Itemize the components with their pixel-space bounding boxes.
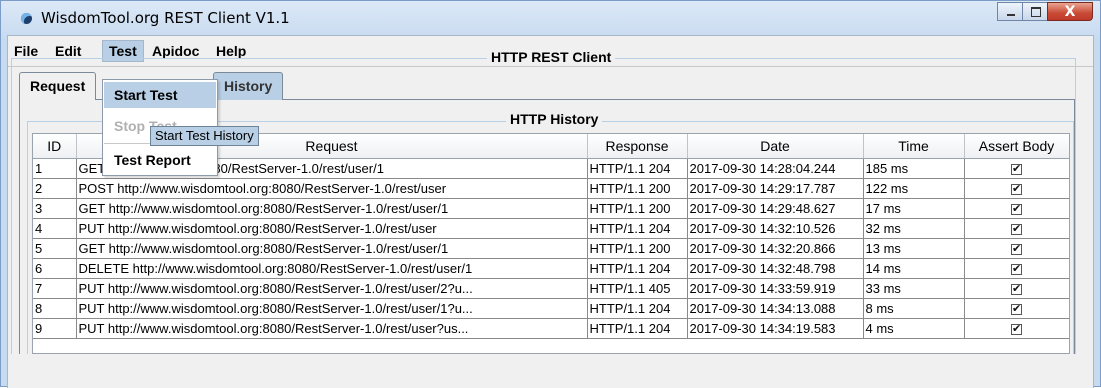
cell-response: HTTP/1.1 204 — [587, 298, 688, 319]
cell-request: POST http://www.wisdomtool.org:8080/Rest… — [76, 178, 588, 199]
cell-date: 2017-09-30 14:29:17.787 — [687, 178, 864, 199]
cell-time: 13 ms — [863, 238, 965, 259]
cell-id: 7 — [33, 278, 77, 299]
app-window: WisdomTool.org REST Client V1.1 X File E… — [0, 0, 1101, 388]
cell-date: 2017-09-30 14:28:04.244 — [687, 158, 864, 179]
minimize-button[interactable] — [997, 2, 1023, 21]
table-row[interactable]: 3 GET http://www.wisdomtool.org:8080/Rest… — [33, 198, 1069, 219]
close-button[interactable]: X — [1047, 2, 1093, 21]
menu-item-test-report[interactable]: Test Report — [104, 147, 216, 173]
cell-response: HTTP/1.1 204 — [587, 218, 688, 239]
table-row[interactable]: 7 PUT http://www.wisdomtool.org:8080/Rest… — [33, 278, 1069, 299]
window-controls: X — [997, 2, 1093, 22]
cell-response: HTTP/1.1 405 — [587, 278, 688, 299]
cell-assert-body — [964, 298, 1069, 319]
cell-request: GET http://www.wisdomtool.org:8080/RestS… — [76, 238, 588, 259]
cell-id: 6 — [33, 258, 77, 279]
cell-response: HTTP/1.1 200 — [587, 238, 688, 259]
assert-body-checkbox[interactable] — [1011, 242, 1022, 256]
menu-item-start-test[interactable]: Start Test — [104, 82, 216, 108]
cell-request: PUT http://www.wisdomtool.org:8080/RestS… — [76, 278, 588, 299]
close-icon: X — [1064, 4, 1076, 20]
cell-id: 1 — [33, 158, 77, 179]
table-row[interactable]: 4 PUT http://www.wisdomtool.org:8080/Rest… — [33, 218, 1069, 239]
cell-assert-body — [964, 218, 1069, 239]
maximize-button[interactable] — [1022, 2, 1048, 21]
cell-assert-body — [964, 178, 1069, 199]
cell-response: HTTP/1.1 204 — [587, 158, 688, 179]
assert-body-checkbox[interactable] — [1011, 262, 1022, 276]
http-history-title: HTTP History — [506, 111, 603, 127]
column-header-assert-body[interactable]: Assert Body — [964, 134, 1069, 159]
cell-time: 32 ms — [863, 218, 965, 239]
cell-assert-body — [964, 318, 1069, 339]
column-header-date[interactable]: Date — [687, 134, 864, 159]
column-header-response[interactable]: Response — [587, 134, 688, 159]
assert-body-checkbox[interactable] — [1011, 282, 1022, 296]
table-row[interactable]: 9 PUT http://www.wisdomtool.org:8080/Rest… — [33, 318, 1069, 339]
app-logo-icon — [21, 13, 32, 24]
cell-request: PUT http://www.wisdomtool.org:8080/RestS… — [76, 298, 588, 319]
cell-time: 4 ms — [863, 318, 965, 339]
tab-request[interactable]: Request — [19, 72, 97, 100]
cell-time: 14 ms — [863, 258, 965, 279]
tab-history[interactable]: History — [213, 72, 284, 100]
cell-assert-body — [964, 238, 1069, 259]
table-row[interactable]: 8 PUT http://www.wisdomtool.org:8080/Rest… — [33, 298, 1069, 319]
cell-id: 3 — [33, 198, 77, 219]
cell-assert-body — [964, 158, 1069, 179]
cell-request: DELETE http://www.wisdomtool.org:8080/Re… — [76, 258, 588, 279]
cell-id: 9 — [33, 318, 77, 339]
cell-response: HTTP/1.1 204 — [587, 258, 688, 279]
cell-date: 2017-09-30 14:32:10.526 — [687, 218, 864, 239]
cell-time: 33 ms — [863, 278, 965, 299]
cell-assert-body — [964, 258, 1069, 279]
start-test-tooltip: Start Test History — [150, 126, 259, 146]
cell-request: PUT http://www.wisdomtool.org:8080/RestS… — [76, 218, 588, 239]
table-row[interactable]: 5 GET http://www.wisdomtool.org:8080/Rest… — [33, 238, 1069, 259]
cell-date: 2017-09-30 14:34:13.088 — [687, 298, 864, 319]
cell-response: HTTP/1.1 200 — [587, 178, 688, 199]
cell-request: PUT http://www.wisdomtool.org:8080/RestS… — [76, 318, 588, 339]
cell-time: 122 ms — [863, 178, 965, 199]
assert-body-checkbox[interactable] — [1011, 302, 1022, 316]
cell-id: 5 — [33, 238, 77, 259]
cell-date: 2017-09-30 14:32:20.866 — [687, 238, 864, 259]
cell-id: 2 — [33, 178, 77, 199]
assert-body-checkbox[interactable] — [1011, 322, 1022, 336]
column-header-time[interactable]: Time — [863, 134, 965, 159]
cell-response: HTTP/1.1 200 — [587, 198, 688, 219]
cell-date: 2017-09-30 14:33:59.919 — [687, 278, 864, 299]
cell-id: 8 — [33, 298, 77, 319]
cell-assert-body — [964, 198, 1069, 219]
column-header-id[interactable]: ID — [33, 134, 77, 159]
assert-body-checkbox[interactable] — [1011, 222, 1022, 236]
cell-time: 17 ms — [863, 198, 965, 219]
assert-body-checkbox[interactable] — [1011, 202, 1022, 216]
cell-response: HTTP/1.1 204 — [587, 318, 688, 339]
cell-assert-body — [964, 278, 1069, 299]
rest-client-title: HTTP REST Client — [487, 49, 616, 65]
cell-date: 2017-09-30 14:29:48.627 — [687, 198, 864, 219]
cell-time: 185 ms — [863, 158, 965, 179]
table-row[interactable]: 6 DELETE http://www.wisdomtool.org:8080/R… — [33, 258, 1069, 279]
title-bar[interactable]: WisdomTool.org REST Client V1.1 X — [1, 1, 1100, 35]
cell-id: 4 — [33, 218, 77, 239]
cell-time: 8 ms — [863, 298, 965, 319]
window-title: WisdomTool.org REST Client V1.1 — [41, 9, 290, 27]
table-row[interactable]: 2 POST http://www.wisdomtool.org:8080/Res… — [33, 178, 1069, 199]
assert-body-checkbox[interactable] — [1011, 162, 1022, 176]
cell-date: 2017-09-30 14:34:19.583 — [687, 318, 864, 339]
cell-date: 2017-09-30 14:32:48.798 — [687, 258, 864, 279]
cell-request: GET http://www.wisdomtool.org:8080/RestS… — [76, 198, 588, 219]
assert-body-checkbox[interactable] — [1011, 182, 1022, 196]
